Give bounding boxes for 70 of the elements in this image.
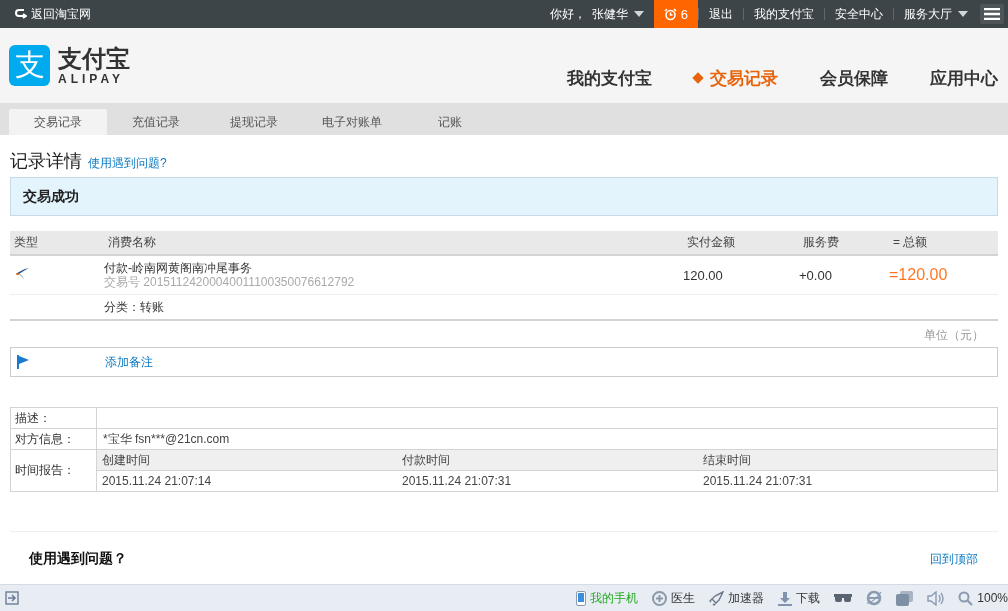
search-icon <box>958 590 974 606</box>
sub-nav-tab[interactable]: 交易记录 <box>9 109 107 135</box>
speaker-status-button[interactable] <box>927 590 945 606</box>
back-link[interactable]: 返回淘宝网 <box>15 5 91 23</box>
transaction-name: 付款-岭南网黄阁南冲尾事务 <box>104 261 253 275</box>
greeting: 你好， <box>549 5 586 23</box>
category-text: 分类：转账 <box>104 298 165 316</box>
logo-latin: ALIPAY <box>58 71 125 86</box>
service-menu[interactable]: 服务大厅 <box>894 5 978 23</box>
main-nav-tab[interactable]: 会员保障 <box>788 66 898 90</box>
status-banner: 交易成功 <box>10 177 998 216</box>
top-link[interactable]: 安全中心 <box>825 5 893 23</box>
time-value: 2015.11.24 21:07:14 <box>101 473 213 490</box>
column-header: 类型 <box>13 234 39 251</box>
column-header: = 总额 <box>892 234 929 251</box>
sub-nav-tab[interactable]: 提现记录 <box>205 109 303 135</box>
browser-icon <box>866 590 883 606</box>
user-menu[interactable]: 张健华 <box>591 5 644 23</box>
menu-button[interactable] <box>980 4 1004 24</box>
alarm-clock-icon <box>663 7 677 21</box>
trade-number: 交易号 20151124200040011100350076612792 <box>104 275 356 289</box>
rocket-status-button[interactable]: 加速器 <box>709 589 765 607</box>
detail-label: 对方信息： <box>11 429 97 450</box>
logo-name: 支付宝 <box>58 45 130 72</box>
time-header: 付款时间 <box>397 450 698 471</box>
download-icon <box>778 590 793 606</box>
back-link-text[interactable]: 返回淘宝网 <box>31 5 91 23</box>
paid-amount: 120.00 <box>683 267 724 283</box>
download-status-button[interactable]: 下载 <box>778 589 821 607</box>
time-header: 创建时间 <box>97 450 397 471</box>
sub-nav-tab[interactable]: 充值记录 <box>107 109 205 135</box>
detail-label: 描述： <box>11 408 97 429</box>
caret-icon <box>958 11 968 17</box>
glasses-icon <box>834 593 853 603</box>
sub-nav-tab[interactable]: 记账 <box>401 109 499 135</box>
add-note-link[interactable]: 添加备注 <box>105 353 997 371</box>
total-amount: =120.00 <box>889 266 949 284</box>
caret-icon <box>633 11 644 17</box>
windows-status-button[interactable] <box>896 590 914 606</box>
sub-nav-tab[interactable]: 电子对账单 <box>303 109 401 135</box>
back-to-top-link[interactable]: 回到顶部 <box>930 550 978 568</box>
glasses-status-button[interactable] <box>834 593 853 603</box>
help-link[interactable]: 使用遇到问题? <box>88 155 167 172</box>
menu-icon <box>984 8 1000 20</box>
column-header: 服务费 <box>802 234 840 251</box>
page-title: 记录详情 <box>10 150 82 173</box>
unit-label: 单位（元） <box>924 328 984 342</box>
time-value: 2015.11.24 21:07:31 <box>702 473 814 490</box>
column-header: 实付金额 <box>686 234 736 251</box>
top-link[interactable]: 退出 <box>699 5 743 23</box>
help-heading: 使用遇到问题？ <box>29 550 127 568</box>
column-header: 消费名称 <box>107 234 157 251</box>
speaker-icon <box>927 590 945 606</box>
time-header: 结束时间 <box>698 450 997 471</box>
service-fee: +0.00 <box>799 267 833 283</box>
main-nav-tab[interactable]: 应用中心 <box>898 66 1008 90</box>
exit-icon[interactable] <box>5 591 19 605</box>
windows-icon <box>896 590 914 606</box>
phone-icon <box>576 590 587 606</box>
top-link[interactable]: 我的支付宝 <box>744 5 824 23</box>
return-arrow-icon <box>15 9 27 19</box>
plus-circle-icon <box>652 590 668 606</box>
time-value: 2015.11.24 21:07:31 <box>401 473 513 490</box>
main-nav-tab[interactable]: 我的支付宝 <box>535 66 662 90</box>
browser-status-button[interactable] <box>866 590 883 606</box>
zoom-status-button[interactable]: 100% <box>958 590 1008 606</box>
rocket-icon <box>709 590 725 606</box>
flag-icon <box>17 355 29 369</box>
logo-mark: 支 <box>9 45 50 86</box>
doctor-status-button[interactable]: 医生 <box>652 589 696 607</box>
